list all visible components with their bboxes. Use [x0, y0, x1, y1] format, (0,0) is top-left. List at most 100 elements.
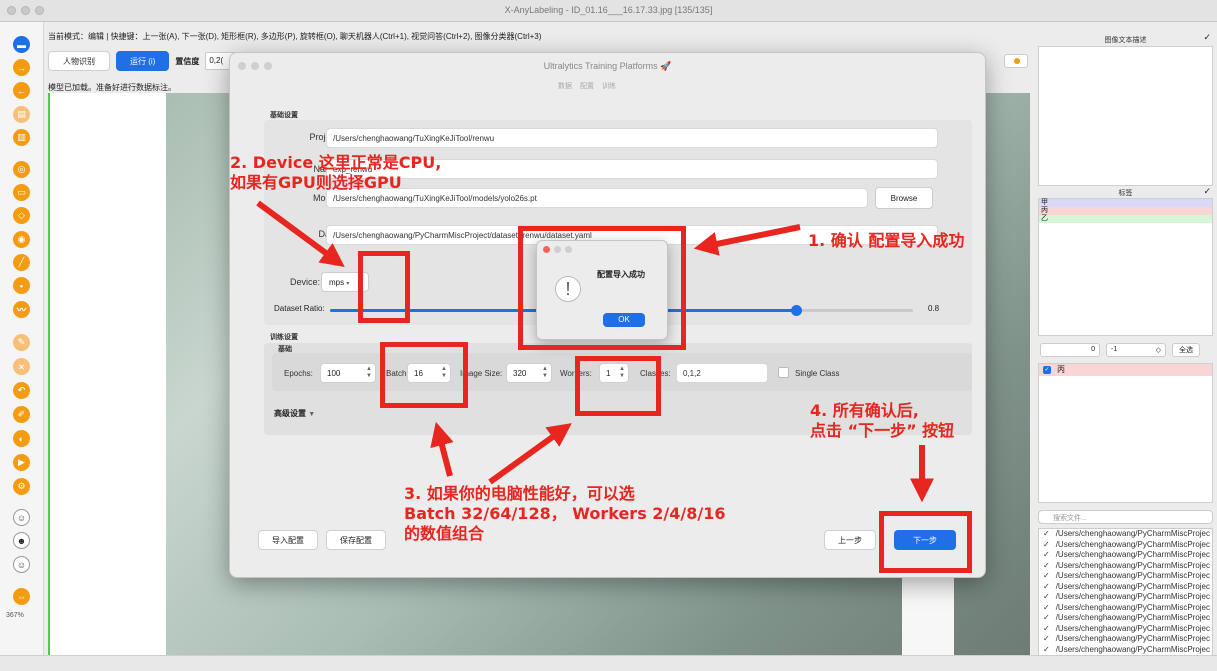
run-model-icon[interactable]: ▶ [13, 454, 30, 471]
label-item[interactable]: 丙 [1039, 207, 1212, 215]
file-row[interactable]: ✓/Users/chenghaowang/PyCharmMiscProjec [1039, 645, 1212, 656]
classes-input[interactable]: 0,1,2 [676, 363, 768, 383]
line-tool-icon[interactable]: ╱ [13, 254, 30, 271]
delete-shape-icon[interactable]: × [13, 358, 30, 375]
label-item[interactable]: 乙 [1039, 215, 1212, 223]
hide-icon[interactable]: ◐ [13, 430, 30, 447]
import-config-button[interactable]: 导入配置 [258, 530, 318, 550]
spin2-value: -1 [1111, 346, 1118, 353]
annotation-batch-line3: 的数值组合 [404, 524, 485, 543]
description-textarea[interactable] [1038, 46, 1213, 186]
tab-config[interactable]: 配置 [580, 81, 594, 95]
save-icon[interactable]: ▤ [13, 106, 30, 123]
tab-data[interactable]: 数据 [558, 81, 572, 95]
file-path: /Users/chenghaowang/PyCharmMiscProjec [1055, 623, 1210, 633]
stepper-icon[interactable]: ▲ ▼ [366, 366, 372, 380]
basic-settings-heading: 基础设置 [270, 112, 298, 119]
polygon-tool-icon[interactable]: ◎ [13, 161, 30, 178]
annotation-batch-line2: Batch 32/64/128， Workers 2/4/8/16 [404, 504, 726, 523]
file-row[interactable]: ✓/Users/chenghaowang/PyCharmMiscProjec [1039, 634, 1212, 645]
annotation-device: 2. Device 这里正常是CPU, 如果有GPU则选择GPU [230, 153, 441, 193]
settings-icon[interactable]: ⚙ [13, 478, 30, 495]
file-list: ✓/Users/chenghaowang/PyCharmMiscProjec ✓… [1038, 528, 1213, 656]
ratio-slider-handle[interactable] [791, 305, 802, 316]
annotation-batch-line1: 3. 如果你的电脑性能好，可以选 [404, 484, 635, 503]
file-row[interactable]: ✓/Users/chenghaowang/PyCharmMiscProjec [1039, 529, 1212, 540]
left-toolbar: ▬ → ← ▤ ▥ ◎ ▭ ◇ ◉ ╱ • 〰 ✎ × ↶ ✐ ◐ ▶ ⚙ ☺ … [0, 22, 44, 662]
open-folder-icon[interactable]: ▬ [13, 36, 30, 53]
file-row[interactable]: ✓/Users/chenghaowang/PyCharmMiscProjec [1039, 571, 1212, 582]
classifier-icon[interactable]: ☺ [13, 556, 30, 573]
model-status-icon[interactable] [1004, 54, 1028, 68]
file-row[interactable]: ✓/Users/chenghaowang/PyCharmMiscProjec [1039, 561, 1212, 572]
file-row[interactable]: ✓/Users/chenghaowang/PyCharmMiscProjec [1039, 624, 1212, 635]
annotation-next: 4. 所有确认后, 点击 “下一步” 按钮 [810, 401, 954, 441]
dialog-title: Ultralytics Training Platforms 🚀 [543, 61, 672, 71]
ratio-slider-rest[interactable] [796, 309, 913, 312]
shape-item[interactable]: ✓ 丙 [1039, 364, 1212, 376]
select-all-button[interactable]: 全选 [1172, 343, 1200, 357]
chatbot-icon[interactable]: ☺ [13, 509, 30, 526]
description-check-icon[interactable]: ✓ [1203, 32, 1211, 43]
checkbox-icon[interactable]: ✓ [1043, 365, 1051, 374]
ratio-value: 0.8 [928, 304, 940, 313]
dialog-tabs: 数据 配置 训练 [558, 81, 616, 95]
undo-icon[interactable]: ↶ [13, 382, 30, 399]
labels-check-icon[interactable]: ✓ [1203, 186, 1211, 197]
save-config-button[interactable]: 保存配置 [326, 530, 386, 550]
file-search-input[interactable]: 搜索文件... [1038, 510, 1213, 524]
browse-button[interactable]: Browse [875, 187, 933, 209]
label-item[interactable]: 甲 [1039, 199, 1212, 207]
annotation-batch-workers: 3. 如果你的电脑性能好，可以选 Batch 32/64/128， Worker… [404, 484, 725, 544]
project-input[interactable]: /Users/chenghaowang/TuXingKeJiTool/renwu [326, 128, 938, 148]
run-button[interactable]: 运行 (i) [116, 51, 170, 71]
filter-row: 0 -1 ◇ 全选 [1040, 343, 1200, 357]
epochs-spinbox[interactable]: 100 ▲ ▼ [320, 363, 376, 383]
next-image-icon[interactable]: → [13, 59, 30, 76]
rectangle-tool-icon[interactable]: ▭ [13, 184, 30, 201]
edit-icon[interactable]: ✎ [13, 334, 30, 351]
image-size-spinbox[interactable]: 320 ▲ ▼ [506, 363, 552, 383]
labels-title: 标签 [1118, 190, 1133, 197]
window-titlebar: X-AnyLabeling - ID_01.16___16.17.33.jpg … [0, 0, 1217, 22]
annotation-next-line2: 点击 “下一步” 按钮 [810, 421, 955, 440]
annotation-next-line1: 4. 所有确认后, [810, 401, 919, 420]
prev-image-icon[interactable]: ← [13, 82, 30, 99]
file-row[interactable]: ✓/Users/chenghaowang/PyCharmMiscProjec [1039, 550, 1212, 561]
fit-width-icon[interactable]: ⇔ [13, 588, 30, 605]
point-tool-icon[interactable]: • [13, 277, 30, 294]
linestrip-tool-icon[interactable]: 〰 [13, 301, 30, 318]
file-row[interactable]: ✓/Users/chenghaowang/PyCharmMiscProjec [1039, 540, 1212, 551]
status-message: 模型已加载。准备好进行数据标注。 [48, 83, 176, 92]
difficult-spinner[interactable]: -1 ◇ [1106, 343, 1166, 357]
file-row[interactable]: ✓/Users/chenghaowang/PyCharmMiscProjec [1039, 613, 1212, 624]
brush-icon[interactable]: ✐ [13, 406, 30, 423]
device-value: mps [329, 278, 345, 287]
advanced-settings-toggle[interactable]: 高级设置 ▼ [274, 408, 315, 419]
rotation-tool-icon[interactable]: ◇ [13, 207, 30, 224]
previous-step-button[interactable]: 上一步 [824, 530, 876, 550]
file-path: /Users/chenghaowang/PyCharmMiscProjec [1055, 581, 1210, 591]
window-title: X-AnyLabeling - ID_01.16___16.17.33.jpg … [504, 5, 713, 15]
single-class-checkbox[interactable] [778, 367, 789, 378]
epochs-label: Epochs: [284, 369, 313, 378]
circle-tool-icon[interactable]: ◉ [13, 231, 30, 248]
tab-train[interactable]: 训练 [602, 81, 616, 95]
zoom-level: 367% [6, 612, 24, 619]
group-id-spinner[interactable]: 0 [1040, 343, 1100, 357]
delete-file-icon[interactable]: ▥ [13, 129, 30, 146]
workers-highlight-box [575, 356, 661, 416]
vqa-icon[interactable]: ☻ [13, 532, 30, 549]
file-row[interactable]: ✓/Users/chenghaowang/PyCharmMiscProjec [1039, 592, 1212, 603]
confidence-label: 置信度 [175, 56, 200, 66]
file-row[interactable]: ✓/Users/chenghaowang/PyCharmMiscProjec [1039, 582, 1212, 593]
file-path: /Users/chenghaowang/PyCharmMiscProjec [1055, 592, 1210, 601]
file-path: /Users/chenghaowang/PyCharmMiscProjec [1055, 613, 1210, 622]
shape-list: ✓ 丙 [1038, 363, 1213, 503]
batch-highlight-box [380, 342, 468, 408]
shape-item-label: 丙 [1057, 365, 1065, 374]
model-select-button[interactable]: 人物识别 [48, 51, 110, 71]
image-size-value: 320 [513, 369, 527, 378]
file-row[interactable]: ✓/Users/chenghaowang/PyCharmMiscProjec [1039, 603, 1212, 614]
stepper-icon[interactable]: ▲ ▼ [542, 366, 548, 380]
